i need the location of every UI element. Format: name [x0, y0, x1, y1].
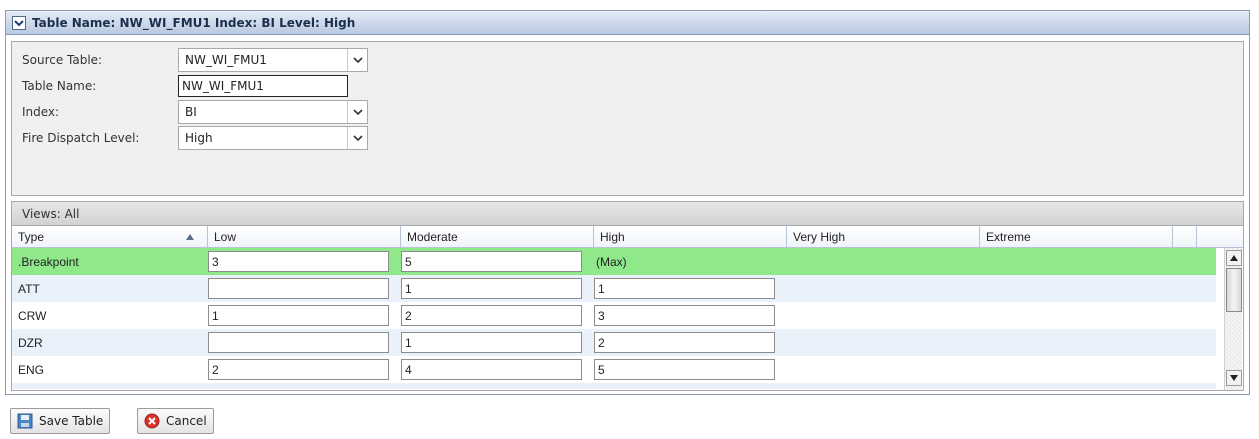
- column-header-type[interactable]: Type: [12, 226, 208, 248]
- type-cell: CRW: [18, 308, 47, 323]
- table-name-input[interactable]: NW_WI_FMU1: [178, 75, 348, 97]
- arrow-down-icon: [1230, 375, 1238, 381]
- high-input[interactable]: 5: [594, 359, 775, 380]
- low-input[interactable]: 3: [208, 251, 389, 272]
- chevron-down-icon[interactable]: [347, 101, 367, 123]
- type-cell: ATT: [18, 281, 40, 296]
- source-table-row: Source Table:: [22, 48, 182, 72]
- levels-grid: Views: All Type Low Moderate High Very H…: [11, 201, 1244, 391]
- index-label: Index:: [22, 105, 60, 119]
- cancel-button[interactable]: Cancel: [137, 408, 214, 434]
- grid-body: .Breakpoint 3 5 (Max) ATT 1 1 CRW 1 2 3 …: [12, 248, 1216, 389]
- dispatch-level-select[interactable]: High: [178, 126, 368, 150]
- scroll-up-button[interactable]: [1226, 250, 1242, 266]
- type-cell: DZR: [18, 335, 43, 350]
- index-value: BI: [185, 105, 197, 119]
- index-select[interactable]: BI: [178, 100, 368, 124]
- table-row: ATT 1 1: [12, 275, 1216, 302]
- high-value: (Max): [596, 254, 627, 269]
- type-cell: .Breakpoint: [18, 254, 79, 269]
- low-input[interactable]: [208, 278, 389, 299]
- table-name-label: Table Name:: [22, 79, 97, 93]
- index-row: Index:: [22, 100, 182, 124]
- source-table-label: Source Table:: [22, 53, 103, 67]
- views-label: Views: All: [22, 206, 80, 221]
- save-table-button[interactable]: Save Table: [10, 408, 111, 434]
- high-input[interactable]: 3: [594, 305, 775, 326]
- column-header-spacer: [1173, 226, 1197, 248]
- cancel-icon: [144, 413, 160, 429]
- chevron-down-icon[interactable]: [347, 127, 367, 149]
- column-header-moderate[interactable]: Moderate: [401, 226, 594, 248]
- dispatch-level-value: High: [185, 131, 213, 145]
- low-input[interactable]: [208, 332, 389, 353]
- grid-scrollbar[interactable]: [1224, 248, 1242, 390]
- moderate-input[interactable]: 1: [401, 332, 582, 353]
- panel-title: Table Name: NW_WI_FMU1 Index: BI Level: …: [32, 15, 356, 30]
- views-bar: Views: All: [12, 202, 1243, 226]
- column-header-low[interactable]: Low: [208, 226, 401, 248]
- low-input[interactable]: 1: [208, 305, 389, 326]
- table-row: DZR 1 2: [12, 329, 1216, 356]
- sort-ascending-icon: [186, 234, 194, 240]
- table-row-partial: [12, 383, 1216, 389]
- table-name-row: Table Name:: [22, 74, 182, 98]
- source-table-select[interactable]: NW_WI_FMU1: [178, 48, 368, 72]
- column-header-extreme[interactable]: Extreme: [980, 226, 1173, 248]
- grid-header: Type Low Moderate High Very High Extreme: [12, 226, 1243, 248]
- high-input[interactable]: 2: [594, 332, 775, 353]
- table-row: .Breakpoint 3 5 (Max): [12, 248, 1216, 275]
- moderate-input[interactable]: 5: [401, 251, 582, 272]
- column-header-very-high[interactable]: Very High: [787, 226, 980, 248]
- dispatch-level-row: Fire Dispatch Level:: [22, 126, 182, 150]
- type-cell: ENG: [18, 362, 45, 377]
- table-editor-panel: Table Name: NW_WI_FMU1 Index: BI Level: …: [5, 10, 1250, 395]
- source-table-value: NW_WI_FMU1: [185, 53, 267, 67]
- scroll-down-button[interactable]: [1226, 370, 1242, 386]
- moderate-input[interactable]: 1: [401, 278, 582, 299]
- low-input[interactable]: 2: [208, 359, 389, 380]
- high-input[interactable]: 1: [594, 278, 775, 299]
- chevron-down-icon[interactable]: [347, 49, 367, 71]
- scroll-thumb[interactable]: [1226, 268, 1242, 312]
- moderate-input[interactable]: 2: [401, 305, 582, 326]
- table-row: ENG 2 4 5: [12, 356, 1216, 383]
- table-row: CRW 1 2 3: [12, 302, 1216, 329]
- column-header-high[interactable]: High: [594, 226, 787, 248]
- collapse-button[interactable]: [12, 15, 26, 30]
- arrow-up-icon: [1230, 255, 1238, 261]
- save-icon: [17, 413, 33, 429]
- chevron-down-icon: [14, 19, 24, 26]
- moderate-input[interactable]: 4: [401, 359, 582, 380]
- table-name-value: NW_WI_FMU1: [182, 79, 264, 93]
- table-settings-form: Source Table: NW_WI_FMU1 Table Name: NW_…: [11, 41, 1244, 196]
- dispatch-level-label: Fire Dispatch Level:: [22, 131, 140, 145]
- panel-title-bar: Table Name: NW_WI_FMU1 Index: BI Level: …: [6, 11, 1249, 35]
